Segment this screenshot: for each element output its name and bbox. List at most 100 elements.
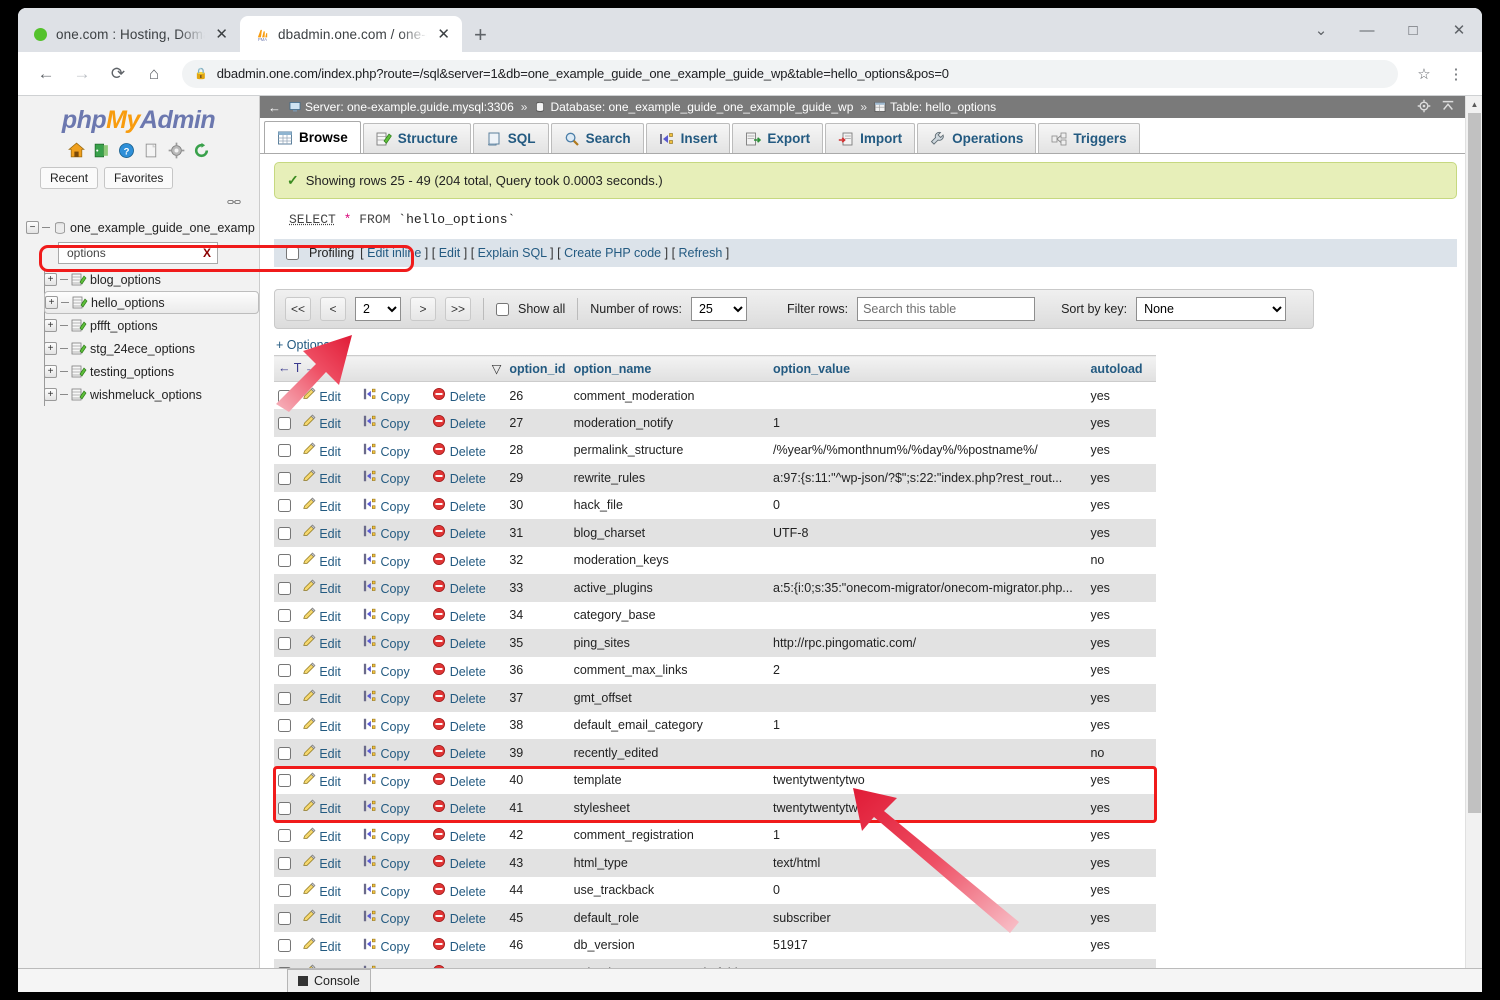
row-checkbox[interactable] [278, 499, 291, 513]
row-checkbox[interactable] [278, 389, 291, 403]
copy-link[interactable]: Copy [381, 692, 410, 706]
row-copy-cell[interactable]: Copy [359, 822, 428, 850]
sidebar-table-label[interactable]: wishmeluck_options [90, 388, 202, 402]
tab-browse[interactable]: Browse [264, 121, 361, 153]
table-row[interactable]: Edit Copy Delete 44 use_trackback 0 yes [274, 876, 1156, 905]
row-copy-cell[interactable]: Copy [359, 794, 428, 822]
row-checkbox-cell[interactable] [274, 712, 298, 740]
row-copy-cell[interactable]: Copy [359, 519, 428, 547]
row-copy-cell[interactable]: Copy [359, 739, 428, 767]
number-of-rows-select[interactable]: 2550100250500 [690, 297, 747, 321]
delete-link[interactable]: Delete [450, 417, 486, 431]
sidebar-table-testing-options[interactable]: + testing_options [44, 360, 259, 383]
table-row[interactable]: Edit Copy Delete 29 rewrite_rules a:97:{s:1… [274, 464, 1156, 492]
copy-link[interactable]: Copy [381, 775, 410, 789]
show-all-checkbox[interactable] [496, 302, 509, 316]
delete-link[interactable]: Delete [450, 500, 486, 514]
edit-link[interactable]: Edit [319, 775, 341, 789]
star-icon[interactable]: ☆ [1410, 60, 1438, 88]
row-copy-cell[interactable]: Copy [359, 684, 428, 712]
row-copy-cell[interactable]: Copy [359, 849, 428, 877]
row-checkbox-cell[interactable] [274, 904, 298, 932]
copy-link[interactable]: Copy [381, 637, 410, 651]
delete-link[interactable]: Delete [450, 802, 486, 816]
row-edit-cell[interactable]: Edit [298, 382, 359, 410]
row-checkbox-cell[interactable] [274, 932, 298, 960]
row-checkbox-cell[interactable] [274, 767, 298, 795]
maximize-window-button[interactable]: □ [1390, 8, 1436, 52]
table-row[interactable]: Edit Copy Delete 39 recently_edited no [274, 739, 1156, 767]
row-edit-cell[interactable]: Edit [298, 629, 359, 657]
table-row[interactable]: Edit Copy Delete 42 comment_registration 1 y… [274, 821, 1156, 850]
table-row[interactable]: Edit Copy Delete 33 active_plugins a:5:{i:0… [274, 574, 1156, 602]
edit-link[interactable]: Edit [319, 555, 341, 569]
reload-icon[interactable]: ⟳ [102, 58, 134, 90]
row-edit-cell[interactable]: Edit [298, 849, 359, 877]
row-copy-cell[interactable]: Copy [359, 904, 428, 932]
row-copy-cell[interactable]: Copy [359, 877, 428, 905]
gear-icon[interactable] [1417, 99, 1431, 116]
row-checkbox[interactable] [278, 664, 291, 678]
row-edit-cell[interactable]: Edit [298, 794, 359, 822]
copy-link[interactable]: Copy [381, 472, 410, 486]
row-edit-cell[interactable]: Edit [298, 684, 359, 712]
row-copy-cell[interactable]: Copy [359, 629, 428, 657]
profiling-link-edit[interactable]: Edit [439, 246, 461, 260]
column-move-icons[interactable]: ← T → [278, 361, 317, 375]
sidebar-table-label[interactable]: hello_options [91, 296, 165, 310]
row-checkbox-cell[interactable] [274, 547, 298, 575]
last-page-button[interactable]: >> [445, 297, 471, 321]
row-copy-cell[interactable]: Copy [359, 932, 428, 960]
header-option-value[interactable]: option_value [769, 355, 1087, 382]
row-delete-cell[interactable]: Delete [428, 409, 505, 437]
row-checkbox-cell[interactable] [274, 822, 298, 850]
table-row[interactable]: Edit Copy Delete 43 html_type text/html yes [274, 849, 1156, 877]
edit-link[interactable]: Edit [319, 857, 341, 871]
refresh-icon[interactable] [192, 141, 210, 159]
table-row[interactable]: Edit Copy Delete 30 hack_file 0 yes [274, 491, 1156, 520]
close-icon[interactable]: ✕ [213, 25, 230, 44]
row-edit-cell[interactable]: Edit [298, 409, 359, 437]
edit-link[interactable]: Edit [319, 912, 341, 926]
row-copy-cell[interactable]: Copy [359, 574, 428, 602]
console-button[interactable]: Console [287, 969, 371, 992]
recent-button[interactable]: Recent [40, 167, 99, 189]
header-option-id[interactable]: option_id [505, 355, 570, 382]
sidebar-table-label[interactable]: blog_options [90, 273, 161, 287]
copy-link[interactable]: Copy [381, 390, 410, 404]
row-copy-cell[interactable]: Copy [359, 602, 428, 630]
row-edit-cell[interactable]: Edit [298, 547, 359, 575]
table-row[interactable]: Edit Copy Delete 46 db_version 51917 yes [274, 931, 1156, 960]
edit-link[interactable]: Edit [319, 472, 341, 486]
scrollbar-thumb[interactable] [1468, 113, 1481, 813]
row-checkbox-cell[interactable] [274, 877, 298, 905]
delete-link[interactable]: Delete [450, 390, 486, 404]
row-checkbox[interactable] [278, 691, 291, 705]
delete-link[interactable]: Delete [450, 665, 486, 679]
row-copy-cell[interactable]: Copy [359, 712, 428, 740]
table-row[interactable]: Edit Copy Delete 28 permalink_structure /%y… [274, 436, 1156, 464]
row-edit-cell[interactable]: Edit [298, 904, 359, 932]
copy-link[interactable]: Copy [381, 527, 410, 541]
row-delete-cell[interactable]: Delete [428, 547, 505, 575]
delete-link[interactable]: Delete [450, 472, 486, 486]
prev-page-button[interactable]: < [320, 297, 346, 321]
page-scrollbar[interactable]: ▲ ▼ [1465, 96, 1482, 992]
row-copy-cell[interactable]: Copy [359, 492, 428, 520]
sql-query-display[interactable]: SELECT * FROM `hello_options` [274, 199, 1457, 239]
row-checkbox[interactable] [278, 444, 291, 458]
tab-insert[interactable]: Insert [645, 123, 731, 153]
table-row[interactable]: Edit Copy Delete 41 stylesheet twentytwenty… [274, 794, 1156, 822]
edit-link[interactable]: Edit [319, 637, 341, 651]
row-checkbox-cell[interactable] [274, 574, 298, 602]
row-delete-cell[interactable]: Delete [428, 382, 505, 410]
edit-link[interactable]: Edit [319, 720, 341, 734]
delete-link[interactable]: Delete [450, 582, 486, 596]
edit-link[interactable]: Edit [319, 390, 341, 404]
copy-link[interactable]: Copy [381, 417, 410, 431]
table-row[interactable]: Edit Copy Delete 40 template twentytwentytw… [274, 766, 1156, 795]
copy-link[interactable]: Copy [381, 720, 410, 734]
tab-search[interactable]: Search [550, 123, 644, 153]
edit-link[interactable]: Edit [319, 582, 341, 596]
docs-icon[interactable] [142, 141, 160, 159]
